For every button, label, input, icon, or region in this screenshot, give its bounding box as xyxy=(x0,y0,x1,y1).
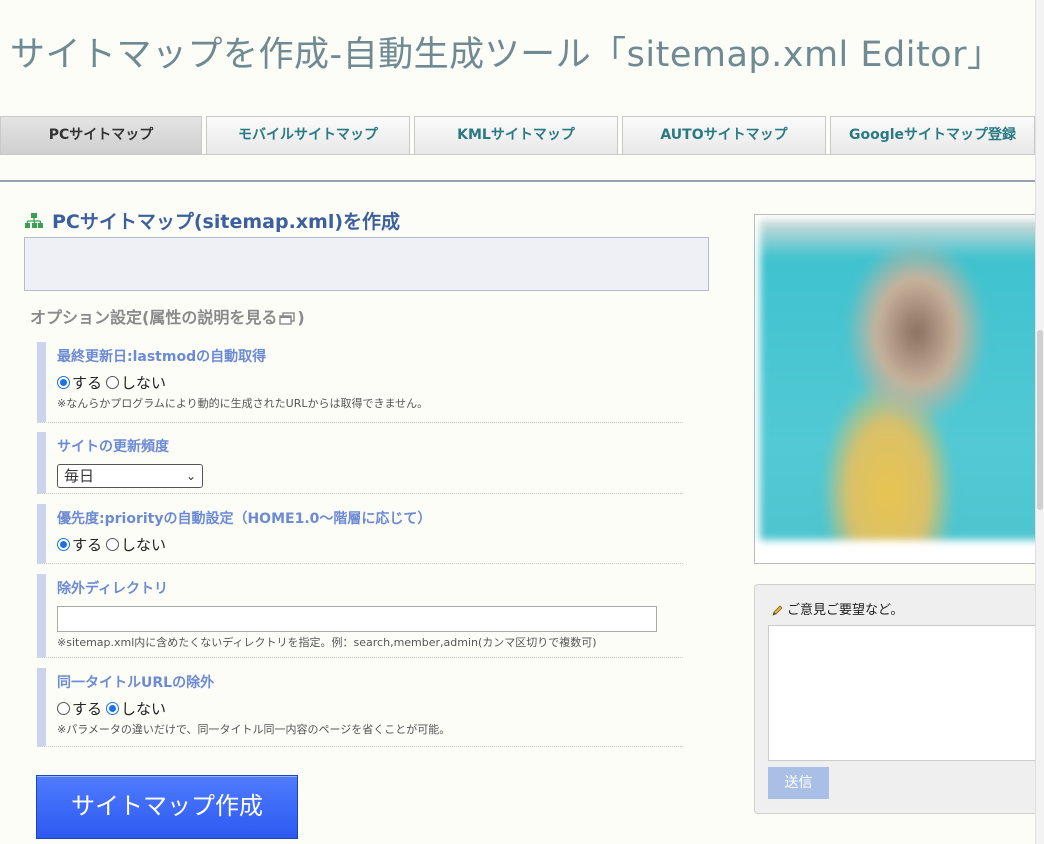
lastmod-yes-radio[interactable] xyxy=(57,376,70,389)
external-window-icon[interactable] xyxy=(279,312,296,325)
page-heading: PCサイトマップ(sitemap.xml)を作成 xyxy=(24,207,400,234)
options-title-text: オプション設定(属性の説明を見る xyxy=(30,308,278,327)
exclude-dir-note: ※sitemap.xml内に含めたくないディレクトリを指定。例：search,m… xyxy=(57,636,597,649)
create-sitemap-button[interactable]: サイトマップ作成 xyxy=(36,775,298,839)
lastmod-note: ※なんらかプログラムにより動的に生成されたURLからは取得できません。 xyxy=(57,397,429,410)
same-title-yes-radio[interactable] xyxy=(57,702,70,715)
pencil-icon xyxy=(772,604,783,616)
priority-yes-radio[interactable] xyxy=(57,538,70,551)
option-same-title: 同一タイトルURLの除外 する しない ※パラメータの違いだけで、同一タイトル同… xyxy=(37,668,683,747)
feedback-panel: ご意見ご要望など。 送信 xyxy=(754,584,1044,814)
ad-image xyxy=(760,220,1044,540)
sitemap-icon xyxy=(25,212,43,228)
priority-yes-label[interactable]: する xyxy=(72,534,102,555)
tab-kml-sitemap[interactable]: KMLサイトマップ xyxy=(414,116,618,154)
exclude-dir-input[interactable] xyxy=(57,606,657,632)
changefreq-label: サイトの更新頻度 xyxy=(57,439,169,455)
lastmod-no-label[interactable]: しない xyxy=(121,372,166,393)
priority-radio-group: する しない xyxy=(57,534,683,555)
feedback-title-text: ご意見ご要望など。 xyxy=(787,603,904,618)
option-priority: 優先度:priorityの自動設定（HOME1.0〜階層に応じて） する しない xyxy=(37,504,683,564)
options-title: オプション設定(属性の説明を見る) xyxy=(30,304,305,328)
changefreq-selected-value: 毎日 xyxy=(64,467,95,485)
tab-mobile-sitemap[interactable]: モバイルサイトマップ xyxy=(206,116,410,154)
changefreq-select[interactable]: 毎日 ⌄ xyxy=(57,464,203,488)
lastmod-label: 最終更新日:lastmodの自動取得 xyxy=(57,349,267,365)
ad-banner[interactable] xyxy=(754,214,1044,564)
tab-google-register[interactable]: Googleサイトマップ登録 xyxy=(830,116,1035,154)
tab-divider xyxy=(0,154,1044,155)
same-title-label: 同一タイトルURLの除外 xyxy=(57,675,215,691)
tab-bar: PCサイトマップ モバイルサイトマップ KMLサイトマップ AUTOサイトマップ… xyxy=(0,116,1044,156)
priority-no-label[interactable]: しない xyxy=(121,534,166,555)
option-changefreq: サイトの更新頻度 毎日 ⌄ xyxy=(37,432,683,494)
header-separator xyxy=(0,180,1036,182)
same-title-no-radio[interactable] xyxy=(106,702,120,715)
chevron-down-icon: ⌄ xyxy=(185,469,196,483)
exclude-dir-label: 除外ディレクトリ xyxy=(57,581,169,597)
url-list-textarea[interactable] xyxy=(24,237,709,291)
page-heading-text: PCサイトマップ(sitemap.xml)を作成 xyxy=(52,211,401,233)
tab-pc-sitemap[interactable]: PCサイトマップ xyxy=(0,116,202,154)
priority-no-radio[interactable] xyxy=(106,538,120,551)
scrollbar-thumb[interactable] xyxy=(1037,330,1043,510)
same-title-no-label[interactable]: しない xyxy=(121,698,166,719)
lastmod-radio-group: する しない xyxy=(57,372,683,393)
lastmod-no-radio[interactable] xyxy=(106,376,120,389)
feedback-title: ご意見ご要望など。 xyxy=(771,599,903,618)
site-title: サイトマップを作成-自動生成ツール「sitemap.xml Editor」 xyxy=(10,35,1003,75)
lastmod-yes-label[interactable]: する xyxy=(72,372,102,393)
priority-label: 優先度:priorityの自動設定（HOME1.0〜階層に応じて） xyxy=(57,511,432,527)
same-title-radio-group: する しない xyxy=(57,698,683,719)
tab-auto-sitemap[interactable]: AUTOサイトマップ xyxy=(622,116,826,154)
option-lastmod: 最終更新日:lastmodの自動取得 する しない ※なんらかプログラムにより動… xyxy=(37,342,683,423)
same-title-note: ※パラメータの違いだけで、同一タイトル同一内容のページを省くことが可能。 xyxy=(57,723,451,736)
feedback-textarea[interactable] xyxy=(768,625,1044,761)
options-title-close: ) xyxy=(297,308,305,327)
feedback-send-button[interactable]: 送信 xyxy=(768,767,829,799)
option-exclude-dir: 除外ディレクトリ ※sitemap.xml内に含めたくないディレクトリを指定。例… xyxy=(37,574,683,658)
same-title-yes-label[interactable]: する xyxy=(72,698,102,719)
